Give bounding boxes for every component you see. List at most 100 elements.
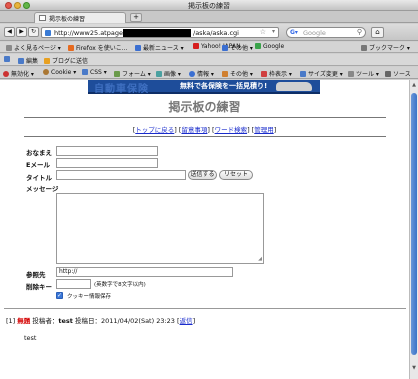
link-notes[interactable]: 留意事項 — [181, 126, 207, 134]
wd-info-menu[interactable]: 情報 ▾ — [189, 69, 214, 78]
bookmark-other[interactable]: その他 ▾ — [222, 43, 253, 52]
blog-icon — [44, 58, 50, 64]
reset-button[interactable]: リセット — [219, 170, 253, 180]
wd-css-menu[interactable]: CSS ▾ — [82, 69, 107, 76]
page-icon — [39, 15, 46, 21]
css-icon — [82, 69, 88, 75]
reload-button[interactable]: ↻ — [28, 27, 39, 37]
submit-button[interactable]: 送信する — [188, 170, 217, 180]
tab-bbs[interactable]: 掲示板の練習 — [34, 12, 126, 23]
search-box[interactable]: G▾ Google ⚲ — [286, 27, 366, 38]
message-textarea[interactable]: ◢ — [56, 193, 264, 264]
bookmark-label: よく見るページ ▾ — [14, 45, 61, 52]
wd-label: 枠表示 ▾ — [269, 71, 292, 78]
vertical-scrollbar[interactable]: ▲ ▼ — [409, 80, 418, 379]
scrollbar-thumb[interactable] — [411, 93, 417, 355]
bookmark-news[interactable]: 最新ニュース ▾ — [135, 43, 184, 52]
resize-grip-icon[interactable]: ◢ — [258, 256, 262, 262]
bookmarks-toolbar: よく見るページ ▾ Firefox を使いこ... 最新ニュース ▾ Yahoo… — [0, 42, 418, 53]
wd-misc-menu[interactable]: その他 ▾ — [222, 69, 253, 78]
address-bar[interactable]: http://www25.atpages.jp/ /aska/aska.cgi … — [41, 27, 279, 38]
yahoo-icon — [193, 43, 199, 49]
google-icon: G▾ — [290, 29, 298, 36]
cookie-label: クッキー情報保存 — [67, 294, 112, 300]
wd-images-menu[interactable]: 画像 ▾ — [156, 69, 181, 78]
post-body: test — [24, 334, 37, 342]
email-label: Eメール — [26, 161, 50, 169]
link-word-search[interactable]: ワード検索 — [215, 126, 248, 134]
bookmark-star-icon[interactable]: ☆ — [260, 28, 266, 36]
site-favicon-icon — [45, 30, 51, 36]
bookmark-google[interactable]: Google — [255, 43, 284, 50]
wd-label: ツール ▾ — [356, 71, 379, 78]
bookmark-most-visited[interactable]: よく見るページ ▾ — [6, 43, 61, 52]
wd-disable-menu[interactable]: 無効化 ▾ — [3, 69, 34, 78]
delete-key-field[interactable] — [56, 279, 91, 289]
search-icon[interactable]: ⚲ — [357, 28, 362, 36]
tools-icon — [348, 71, 354, 77]
url-redaction — [123, 29, 191, 37]
wd-resize-menu[interactable]: サイズ変更 ▾ — [300, 69, 343, 78]
bookmark-firefox[interactable]: Firefox を使いこ... — [68, 43, 128, 52]
wd-source-menu[interactable]: ソース — [385, 69, 411, 78]
info-icon — [189, 71, 195, 77]
link-top[interactable]: トップに戻る — [135, 126, 174, 134]
name-label: おなまえ — [26, 149, 52, 157]
date-label: 投稿日： — [74, 317, 101, 325]
scroll-down-icon[interactable]: ▼ — [411, 365, 417, 371]
wd-label: フォーム ▾ — [122, 71, 151, 78]
window-titlebar: 掲示板の練習 — [0, 0, 418, 11]
bookmark-label: 最新ニュース ▾ — [143, 45, 184, 52]
link-admin[interactable]: 管理用 — [254, 126, 274, 134]
edit-label: 編集 — [26, 58, 39, 65]
banner-tagline: 無料で各保険を一括見積り! — [180, 82, 268, 90]
new-tab-button[interactable]: + — [130, 13, 142, 22]
wd-tools-menu[interactable]: ツール ▾ — [348, 69, 379, 78]
bookmarks-menu[interactable]: ブックマーク ▾ — [361, 43, 410, 52]
edit-icon — [18, 58, 24, 64]
wd-outline-menu[interactable]: 枠表示 ▾ — [261, 69, 292, 78]
post-number: [1] — [6, 317, 16, 325]
edit-button[interactable]: 編集 — [18, 56, 38, 65]
forward-button[interactable]: ▶ — [16, 27, 27, 37]
car-image — [276, 82, 312, 91]
title-field[interactable] — [56, 170, 186, 180]
wd-label: Cookie ▾ — [51, 69, 77, 76]
cookie-checkbox[interactable]: ✓ — [56, 292, 63, 299]
reply-link[interactable]: 返信 — [180, 317, 193, 325]
poster-label: 投稿者： — [32, 317, 59, 325]
home-button[interactable]: ⌂ — [371, 27, 384, 38]
scroll-up-icon[interactable]: ▲ — [411, 82, 417, 88]
wd-form-menu[interactable]: フォーム ▾ — [114, 69, 151, 78]
bookmark-label: Google — [263, 43, 285, 50]
delete-key-label: 削除キー — [26, 283, 52, 291]
wd-label: サイズ変更 ▾ — [308, 71, 343, 78]
outline-icon — [261, 71, 267, 77]
cookie-icon — [43, 69, 49, 75]
misc-icon — [222, 71, 228, 77]
name-field[interactable] — [56, 146, 158, 156]
url-end: /aska/aska.cgi — [193, 29, 239, 37]
forward-arrow-icon: ▶ — [19, 28, 24, 35]
email-field[interactable] — [56, 158, 158, 168]
url-field[interactable]: http:// — [56, 267, 233, 277]
url-dropdown-icon[interactable]: ▾ — [272, 28, 275, 35]
page-content: 自動車保険 無料で各保険を一括見積り! 掲示板の練習 [トップに戻る] [留意事… — [0, 80, 409, 379]
send-to-blog-button[interactable]: ブログに送信 — [44, 56, 88, 65]
blog-logo-icon — [4, 56, 10, 62]
navigation-toolbar: ◀ ▶ ↻ http://www25.atpages.jp/ /aska/ask… — [0, 24, 418, 41]
google-icon — [255, 43, 261, 49]
wd-label: その他 ▾ — [230, 71, 253, 78]
disable-icon — [3, 71, 9, 77]
wd-label: 無効化 ▾ — [11, 71, 34, 78]
ad-banner[interactable]: 自動車保険 無料で各保険を一括見積り! — [88, 80, 320, 95]
blog-toolbar-logo — [4, 56, 12, 63]
tab-bar: 掲示板の練習 + — [0, 11, 418, 23]
bookmarks-menu-label: ブックマーク ▾ — [369, 45, 410, 52]
firefox-icon — [68, 45, 74, 51]
search-placeholder: Google — [303, 29, 326, 37]
divider — [24, 117, 386, 118]
back-button[interactable]: ◀ — [4, 27, 15, 37]
wd-cookie-menu[interactable]: Cookie ▾ — [43, 69, 76, 76]
divider — [24, 136, 386, 137]
